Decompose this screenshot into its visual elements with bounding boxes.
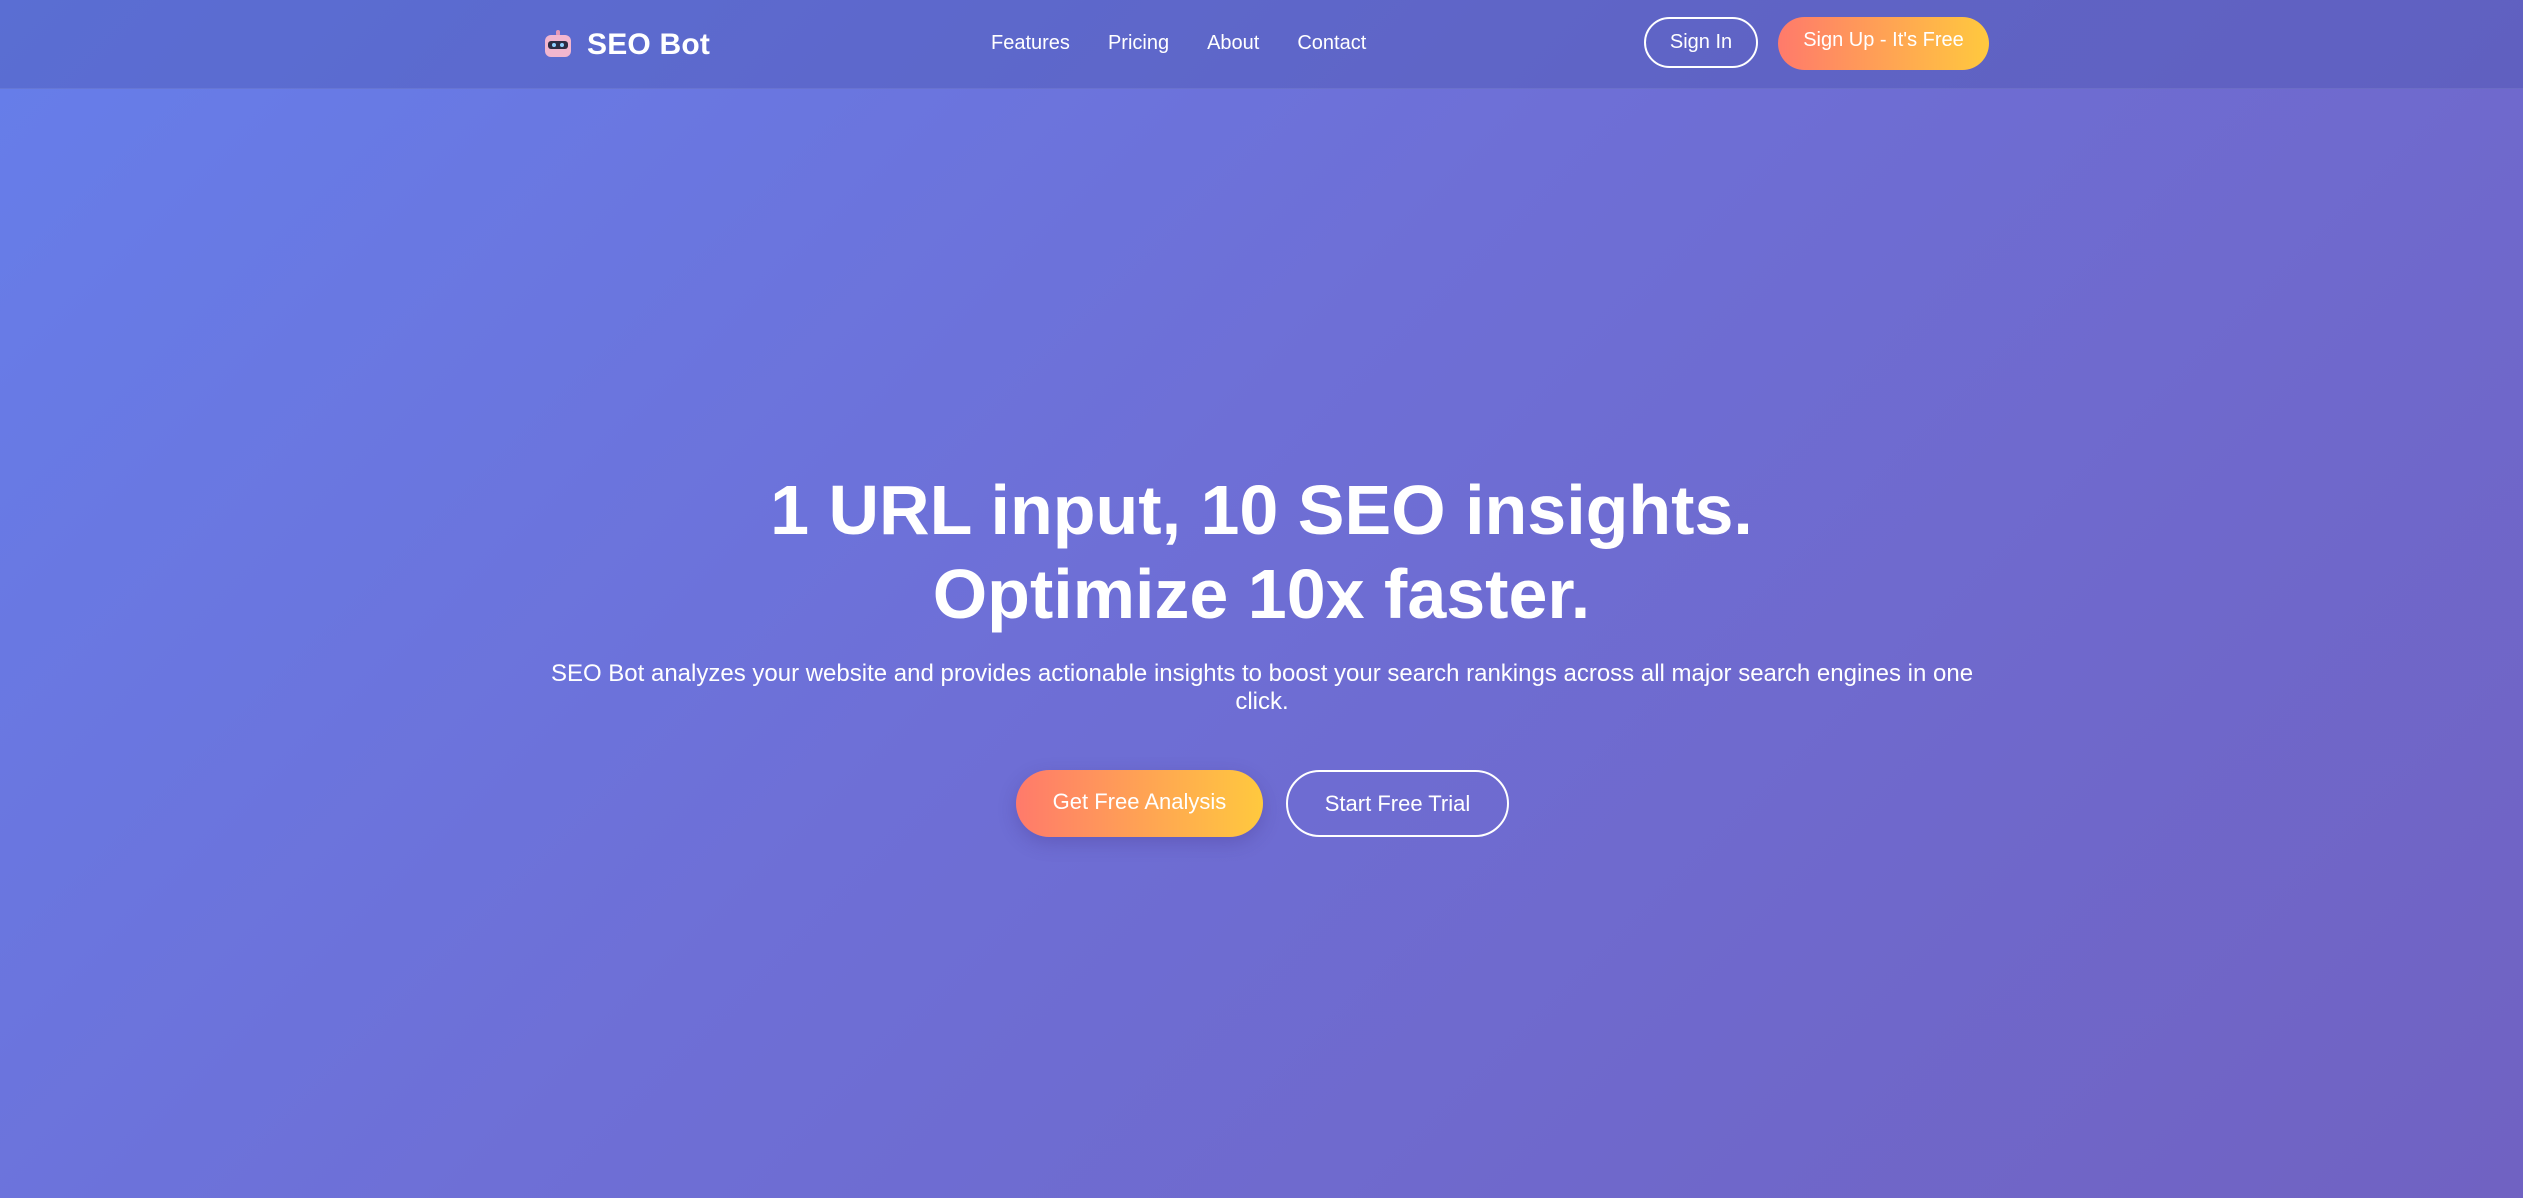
brand-name: SEO Bot <box>587 28 711 61</box>
nav-link-features[interactable]: Features <box>991 28 1070 58</box>
hero-section: 1 URL input, 10 SEO insights. Optimize 1… <box>0 468 2523 837</box>
hero-title-line-1: 1 URL input, 10 SEO insights. <box>770 471 1753 549</box>
hero-subtitle: SEO Bot analyzes your website and provid… <box>550 660 1974 715</box>
nav-link-contact[interactable]: Contact <box>1297 28 1366 58</box>
hero-title: 1 URL input, 10 SEO insights. Optimize 1… <box>0 468 2523 636</box>
nav-link-pricing[interactable]: Pricing <box>1108 28 1169 58</box>
navbar: SEO Bot Features Pricing About Contact S… <box>0 0 2523 89</box>
nav-menu: Features Pricing About Contact <box>991 28 1404 58</box>
sign-up-button[interactable]: Sign Up - It's Free <box>1778 17 1989 70</box>
sign-in-button[interactable]: Sign In <box>1644 17 1758 68</box>
brand-logo[interactable]: SEO Bot <box>543 24 710 66</box>
nav-link-about[interactable]: About <box>1207 28 1259 58</box>
get-free-analysis-button[interactable]: Get Free Analysis <box>1016 770 1263 837</box>
robot-icon <box>543 30 573 60</box>
hero-title-line-2: Optimize 10x faster. <box>932 555 1591 633</box>
start-free-trial-button[interactable]: Start Free Trial <box>1286 770 1509 837</box>
